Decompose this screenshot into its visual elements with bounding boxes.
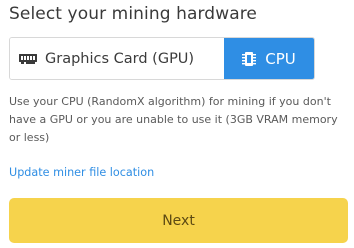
cpu-option-label: CPU <box>265 49 296 68</box>
next-button-label: Next <box>162 212 195 229</box>
cpu-option-button[interactable]: CPU <box>224 38 314 79</box>
cpu-chip-icon <box>242 50 257 68</box>
next-button[interactable]: Next <box>9 198 348 243</box>
graphics-card-icon <box>19 53 37 65</box>
gpu-option-button[interactable]: Graphics Card (GPU) <box>10 38 224 79</box>
gpu-option-label: Graphics Card (GPU) <box>45 50 195 67</box>
update-miner-file-location-link[interactable]: Update miner file location <box>9 166 154 179</box>
page-title: Select your mining hardware <box>9 4 257 24</box>
hardware-selector: Graphics Card (GPU) CPU <box>9 37 315 80</box>
cpu-description-text: Use your CPU (RandomX algorithm) for min… <box>9 95 338 144</box>
